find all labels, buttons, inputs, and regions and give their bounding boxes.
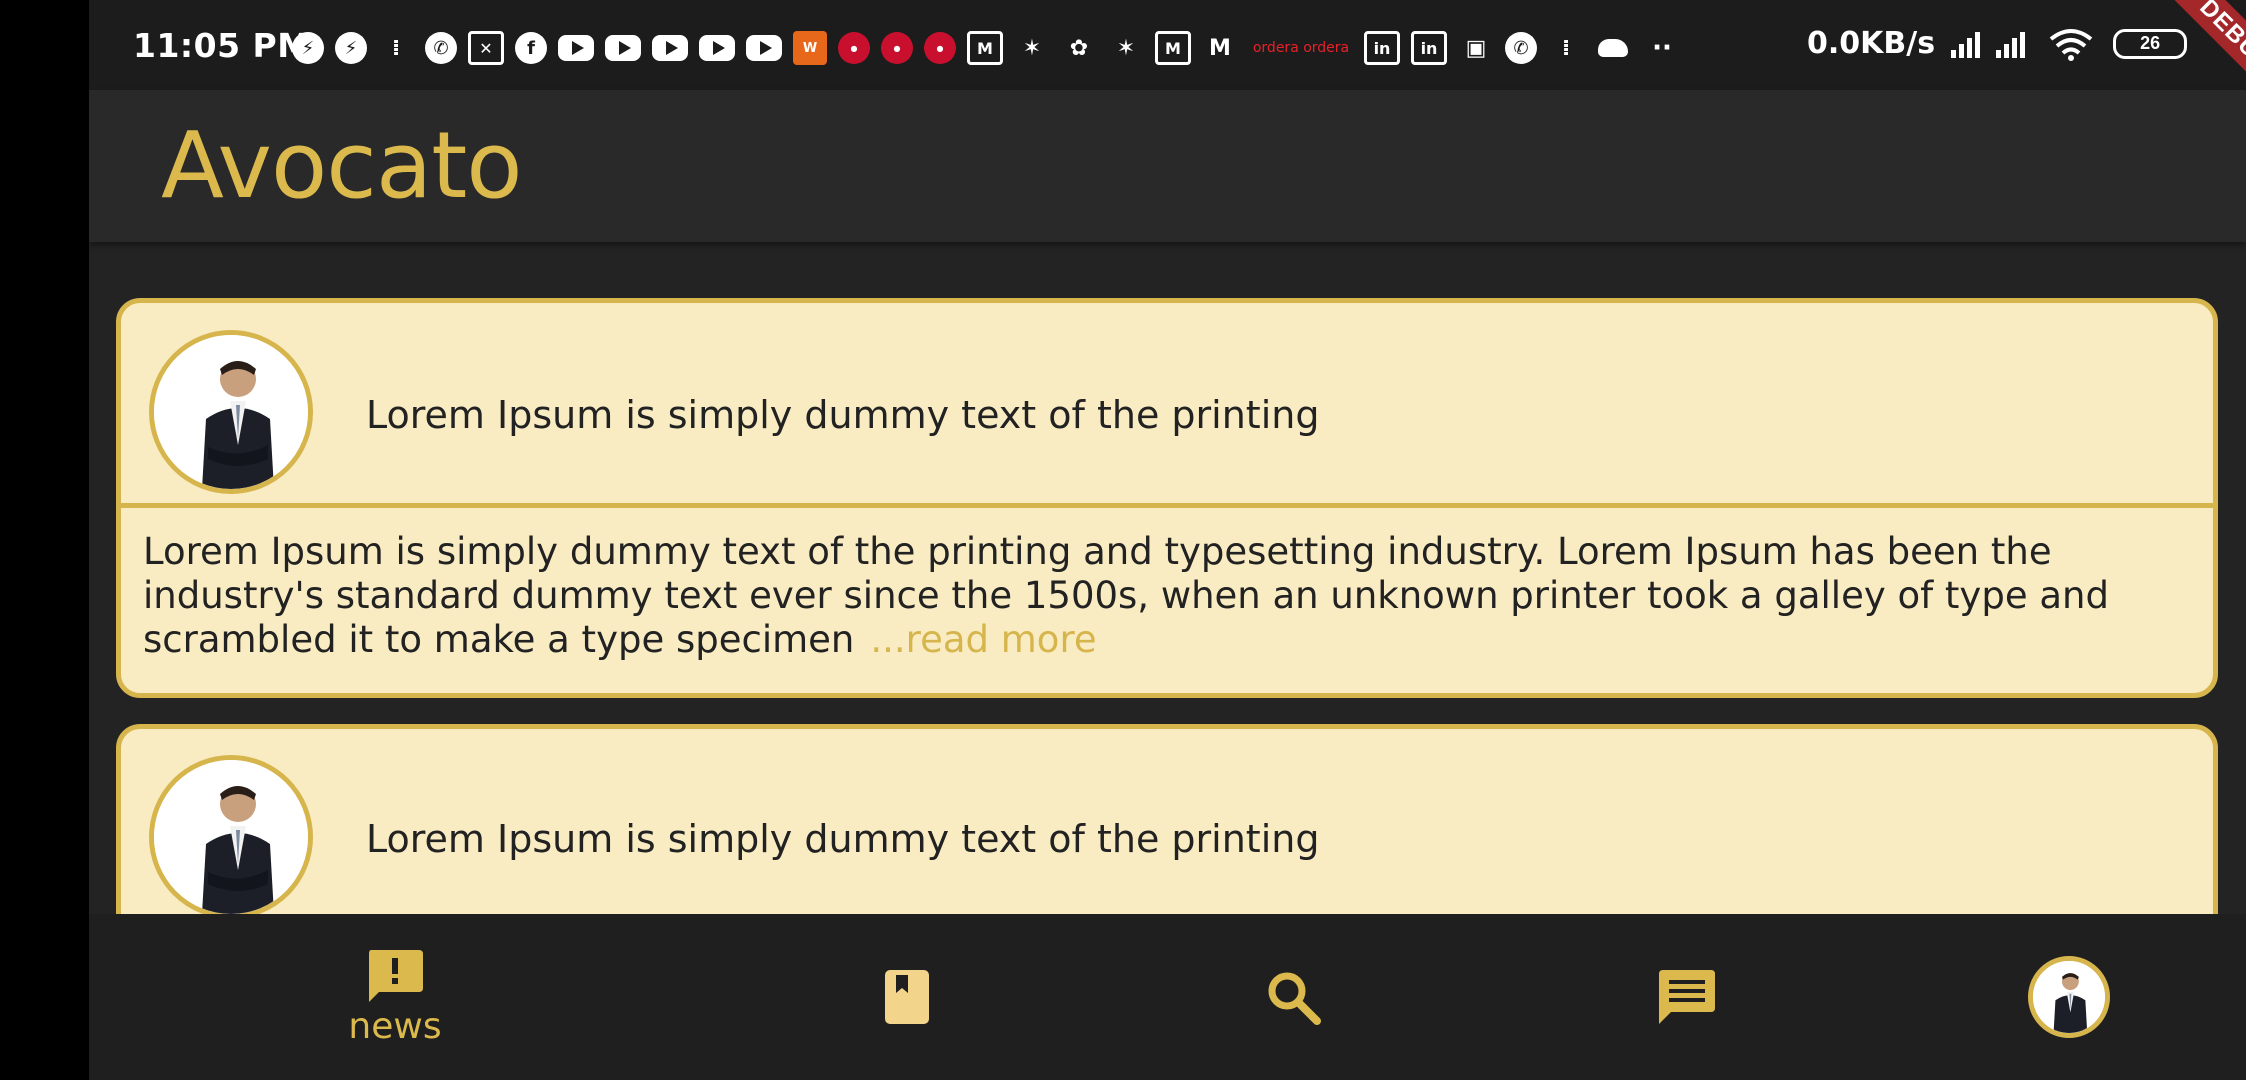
jump-icon: ✶ bbox=[1116, 35, 1136, 61]
nav-messages[interactable] bbox=[1627, 914, 1747, 1080]
battery-icon: 26 bbox=[2113, 28, 2188, 59]
status-time: 11:05 PM bbox=[133, 26, 311, 65]
phone-icon: ✆ bbox=[425, 32, 457, 64]
jump-icon: ✶ bbox=[1022, 35, 1042, 61]
nav-profile[interactable] bbox=[2009, 914, 2129, 1080]
youtube-icon bbox=[558, 35, 594, 61]
announcement-icon bbox=[369, 949, 423, 1002]
news-card[interactable]: Lorem Ipsum is simply dummy text of the … bbox=[116, 724, 2218, 914]
facebook-icon: f bbox=[515, 32, 547, 64]
read-more-link[interactable]: ...read more bbox=[870, 618, 1096, 661]
footprints-icon: ⁞ bbox=[391, 35, 401, 61]
bottom-navigation: news bbox=[89, 914, 2246, 1080]
nav-news-label: news bbox=[348, 1005, 442, 1047]
app-screen: 11:05 PM ⚡ ⚡ ⁞ ✆ ✕ f W ● ● ● M ✶ ✿ ✶ M M… bbox=[89, 0, 2246, 1080]
card-body: Lorem Ipsum is simply dummy text of the … bbox=[121, 508, 2213, 662]
signal-icon bbox=[1996, 30, 2026, 58]
app-red-icon: ● bbox=[924, 32, 956, 64]
card-header: Lorem Ipsum is simply dummy text of the … bbox=[121, 303, 2213, 508]
card-body-text: Lorem Ipsum is simply dummy text of the … bbox=[143, 530, 2109, 661]
person-icon bbox=[154, 335, 308, 489]
cloud-icon bbox=[1595, 30, 1631, 66]
bookmark-icon bbox=[885, 970, 929, 1024]
profile-avatar bbox=[2028, 956, 2110, 1038]
messenger-icon: ⚡ bbox=[292, 32, 324, 64]
search-icon bbox=[1268, 972, 1321, 1025]
nav-bookmarks[interactable] bbox=[847, 914, 967, 1080]
app-bar: Avocato bbox=[89, 90, 2246, 242]
status-right: 0.0KB/s 26 bbox=[1807, 26, 2188, 61]
network-speed: 0.0KB/s bbox=[1807, 26, 1936, 61]
notification-icons: ⚡ ⚡ ⁞ ✆ ✕ f W ● ● ● M ✶ ✿ ✶ M M ordera o… bbox=[292, 28, 1682, 68]
device-left-bezel bbox=[0, 0, 89, 1080]
nav-search[interactable] bbox=[1233, 914, 1353, 1080]
youtube-icon bbox=[652, 35, 688, 61]
flower-icon: ✿ bbox=[1069, 35, 1089, 61]
whatsapp-icon: ✆ bbox=[1505, 32, 1537, 64]
app-orange-icon: W bbox=[793, 31, 827, 65]
author-avatar[interactable] bbox=[149, 330, 313, 494]
youtube-icon bbox=[605, 35, 641, 61]
chat-icon bbox=[1659, 970, 1715, 1024]
card-title: Lorem Ipsum is simply dummy text of the … bbox=[366, 817, 1320, 861]
app-red-icon: ● bbox=[881, 32, 913, 64]
ordera-icon: ordera ordera bbox=[1252, 40, 1350, 56]
more-dots-icon: ·· bbox=[1652, 33, 1672, 63]
signal-icon bbox=[1951, 30, 1981, 58]
app-title: Avocato bbox=[161, 112, 523, 219]
messenger-icon: ⚡ bbox=[335, 32, 367, 64]
mail-icon: M bbox=[1209, 35, 1231, 61]
card-title: Lorem Ipsum is simply dummy text of the … bbox=[366, 393, 1320, 437]
person-icon bbox=[2033, 961, 2105, 1033]
app-red-icon: ● bbox=[838, 32, 870, 64]
tv-icon: ▣ bbox=[1465, 35, 1487, 61]
linkedin-icon: in bbox=[1411, 31, 1447, 65]
person-icon bbox=[154, 760, 308, 914]
news-feed[interactable]: Lorem Ipsum is simply dummy text of the … bbox=[89, 242, 2246, 914]
news-card[interactable]: Lorem Ipsum is simply dummy text of the … bbox=[116, 298, 2218, 698]
author-avatar[interactable] bbox=[149, 755, 313, 914]
wifi-icon bbox=[2049, 28, 2093, 61]
nav-news[interactable]: news bbox=[315, 914, 475, 1080]
battery-level: 26 bbox=[2140, 33, 2161, 53]
photos-icon: ✕ bbox=[468, 31, 504, 65]
footprints-icon: ⁞ bbox=[1561, 35, 1571, 61]
linkedin-icon: in bbox=[1364, 31, 1400, 65]
status-bar: 11:05 PM ⚡ ⚡ ⁞ ✆ ✕ f W ● ● ● M ✶ ✿ ✶ M M… bbox=[89, 0, 2246, 116]
youtube-icon bbox=[746, 35, 782, 61]
gmail-icon: M bbox=[1155, 31, 1191, 65]
gmail-icon: M bbox=[967, 31, 1003, 65]
card-header: Lorem Ipsum is simply dummy text of the … bbox=[121, 729, 2213, 914]
youtube-icon bbox=[699, 35, 735, 61]
